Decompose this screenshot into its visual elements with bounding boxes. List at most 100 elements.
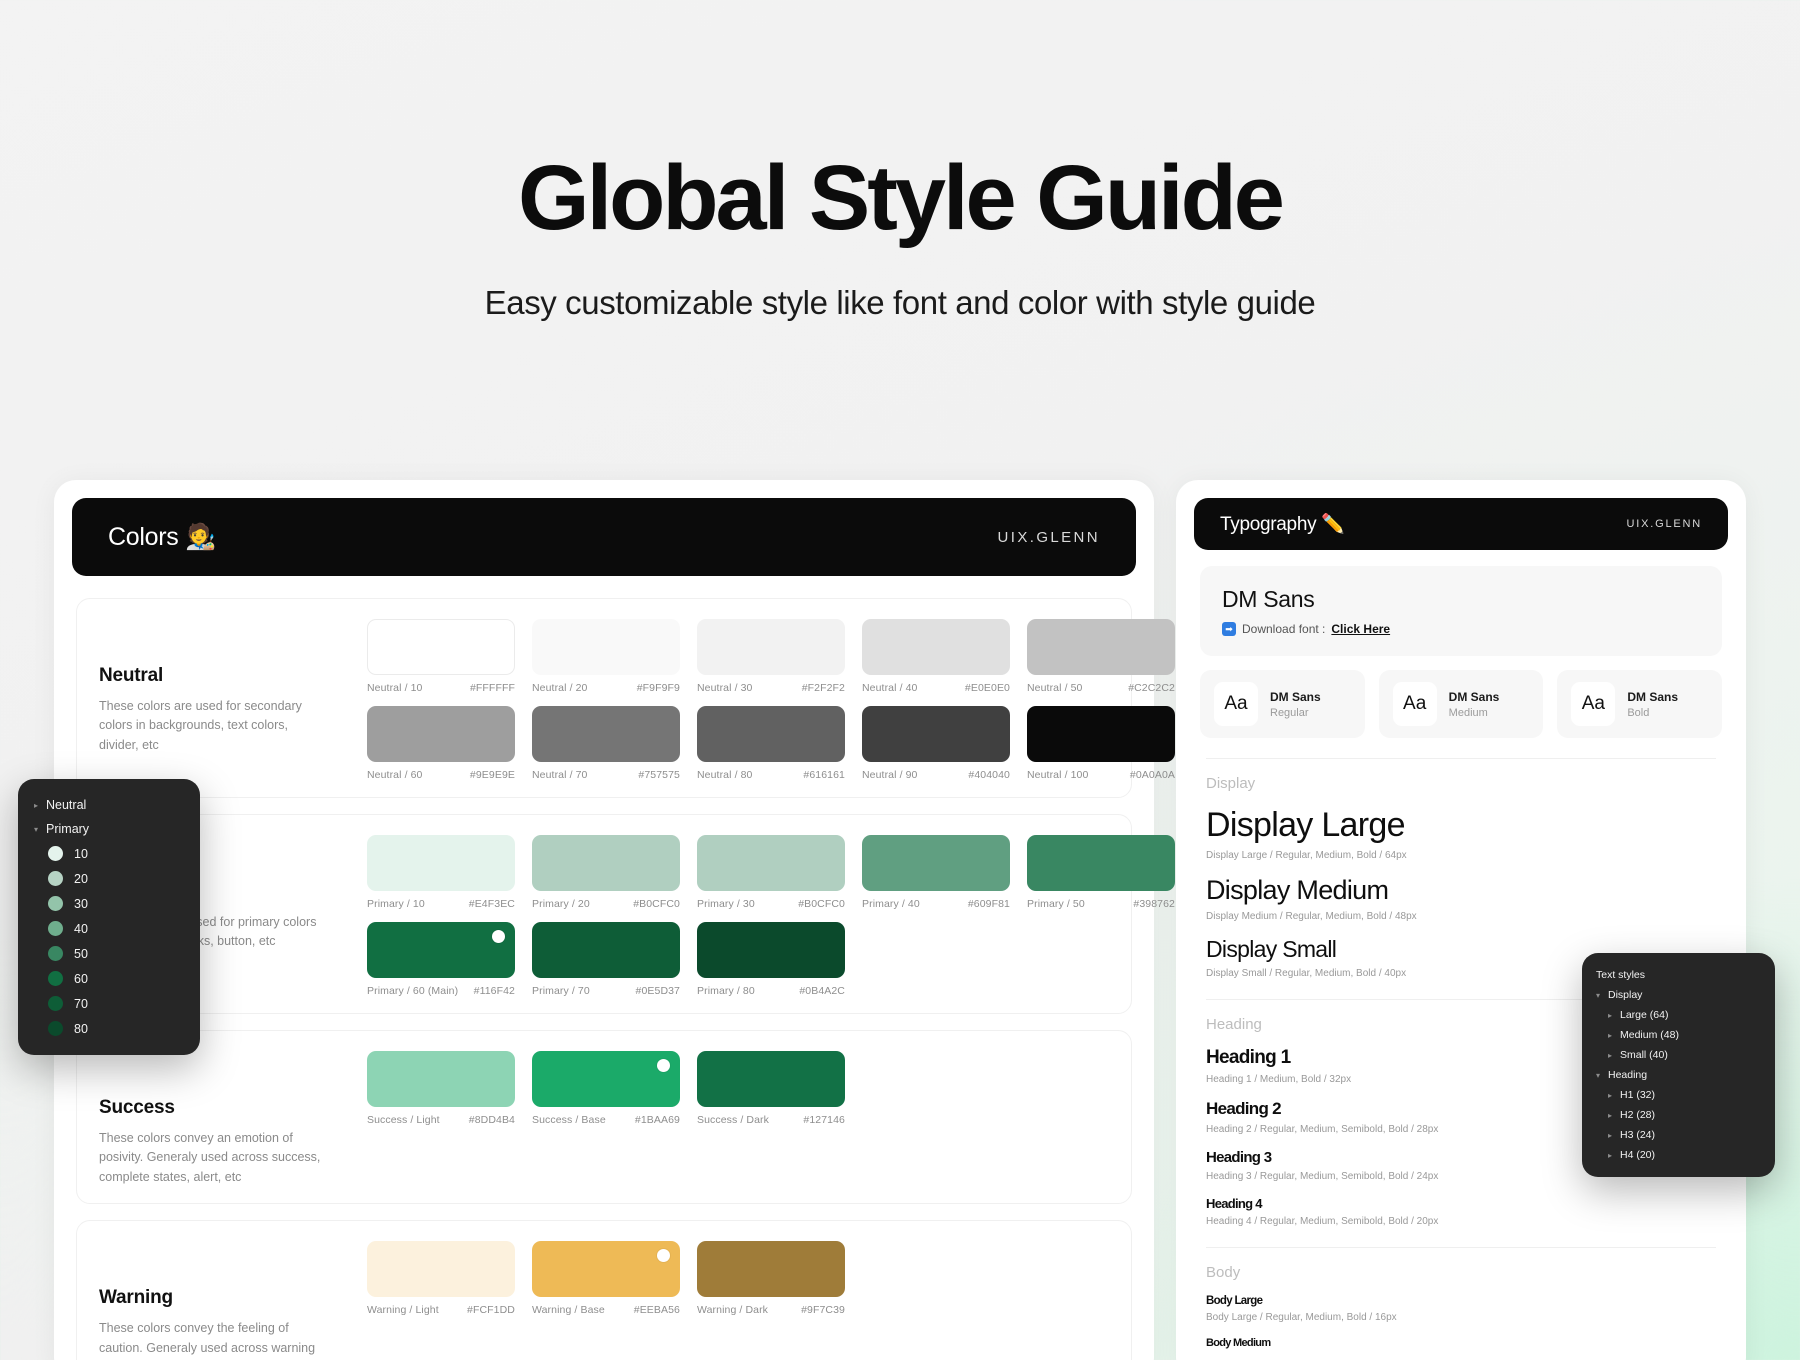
color-swatch-chip[interactable]: [367, 706, 515, 762]
color-swatch-chip[interactable]: [862, 706, 1010, 762]
layer-color-item[interactable]: 50: [18, 941, 200, 966]
layer-group-item[interactable]: ▸ Neutral: [18, 793, 200, 817]
chevron-icon[interactable]: ▸: [1608, 1091, 1620, 1100]
text-style-item[interactable]: ▸ Small (40): [1582, 1045, 1775, 1065]
chevron-icon[interactable]: ▸: [1608, 1111, 1620, 1120]
color-swatch[interactable]: Primary / 70 #0E5D37: [532, 922, 680, 997]
text-style-item[interactable]: ▾ Heading: [1582, 1065, 1775, 1085]
color-swatch[interactable]: Success / Dark #127146: [697, 1051, 845, 1126]
color-swatch-chip[interactable]: [367, 1241, 515, 1298]
color-swatch[interactable]: Primary / 20 #B0CFC0: [532, 835, 680, 910]
color-swatch-chip[interactable]: [532, 619, 680, 675]
color-swatch-chip[interactable]: [862, 835, 1010, 891]
layer-color-item[interactable]: 70: [18, 991, 200, 1016]
colors-layer-panel[interactable]: ▸ Neutral ▾ Primary 10 20 30 40 50 60 70 80: [18, 779, 200, 1055]
font-weight-card[interactable]: Aa DM Sans Medium: [1378, 670, 1544, 738]
color-swatch-hex: #404040: [968, 769, 1010, 781]
text-style-item[interactable]: ▸ Medium (48): [1582, 1025, 1775, 1045]
color-swatch[interactable]: Neutral / 30 #F2F2F2: [697, 619, 845, 694]
chevron-icon[interactable]: ▸: [1608, 1151, 1620, 1160]
color-swatch[interactable]: Neutral / 20 #F9F9F9: [532, 619, 680, 694]
text-style-item[interactable]: ▸ H3 (24): [1582, 1125, 1775, 1145]
text-style-item[interactable]: ▾ Display: [1582, 985, 1775, 1005]
layer-color-item[interactable]: 20: [18, 866, 200, 891]
color-swatch-chip[interactable]: [532, 1051, 680, 1107]
color-swatch[interactable]: Warning / Light #FCF1DD: [367, 1241, 515, 1316]
color-swatch-chip[interactable]: [697, 619, 845, 675]
color-swatch-label: Neutral / 20: [532, 682, 588, 694]
font-weight-card[interactable]: Aa DM Sans Regular: [1200, 670, 1365, 738]
font-weight-style: Regular: [1270, 706, 1309, 719]
swatch-selected-dot-icon: [492, 930, 505, 943]
font-weight-card[interactable]: Aa DM Sans Bold: [1557, 670, 1723, 738]
color-swatch-chip[interactable]: [697, 706, 845, 762]
color-swatch-chip[interactable]: [532, 1241, 680, 1298]
color-swatch[interactable]: Primary / 10 #E4F3EC: [367, 835, 515, 910]
color-swatch-meta: Neutral / 70 #757575: [532, 769, 680, 781]
color-swatch-label: Success / Dark: [697, 1114, 770, 1126]
color-swatch[interactable]: Primary / 30 #B0CFC0: [697, 835, 845, 910]
chevron-icon[interactable]: ▸: [1608, 1051, 1620, 1060]
color-swatch[interactable]: Warning / Base #EEBA56: [532, 1241, 680, 1316]
typography-frame-header: Typography ✏️ UIX.GLENN: [1194, 498, 1728, 550]
layer-color-item[interactable]: 80: [18, 1016, 200, 1041]
color-swatch-chip[interactable]: [1027, 835, 1175, 891]
color-swatch-chip[interactable]: [862, 619, 1010, 675]
color-swatch-chip[interactable]: [367, 835, 515, 891]
color-swatch[interactable]: Warning / Dark #9F7C39: [697, 1241, 845, 1316]
chevron-icon[interactable]: ▾: [1596, 1071, 1608, 1080]
color-swatch[interactable]: Primary / 80 #0B4A2C: [697, 922, 845, 997]
color-dot-icon: [48, 1021, 63, 1036]
color-swatch-hex: #B0CFC0: [798, 898, 845, 910]
chevron-icon[interactable]: ▾: [34, 825, 46, 834]
color-swatch-chip[interactable]: [532, 922, 680, 978]
text-style-item[interactable]: ▸ H4 (20): [1582, 1145, 1775, 1165]
download-link[interactable]: Click Here: [1331, 622, 1390, 636]
color-swatch[interactable]: Neutral / 70 #757575: [532, 706, 680, 781]
layer-color-item[interactable]: 10: [18, 841, 200, 866]
color-swatch-chip[interactable]: [367, 922, 515, 978]
color-swatch[interactable]: Primary / 50 #398762: [1027, 835, 1175, 910]
color-swatch[interactable]: Success / Base #1BAA69: [532, 1051, 680, 1126]
typography-section-label: Display: [1206, 775, 1256, 792]
color-swatch[interactable]: Neutral / 80 #616161: [697, 706, 845, 781]
chevron-icon[interactable]: ▸: [1608, 1131, 1620, 1140]
type-style-item: Display Medium Display Medium / Regular, …: [1206, 875, 1716, 922]
color-swatch-meta: Neutral / 80 #616161: [697, 769, 845, 781]
color-swatch[interactable]: Neutral / 60 #9E9E9E: [367, 706, 515, 781]
color-swatch[interactable]: Primary / 60 (Main) #116F42: [367, 922, 515, 997]
color-swatch-chip[interactable]: [1027, 619, 1175, 675]
color-swatch[interactable]: Neutral / 50 #C2C2C2: [1027, 619, 1175, 694]
color-swatch-chip[interactable]: [532, 835, 680, 891]
color-swatch-chip[interactable]: [697, 1241, 845, 1298]
color-swatch[interactable]: Neutral / 100 #0A0A0A: [1027, 706, 1175, 781]
layer-color-item[interactable]: 60: [18, 966, 200, 991]
color-swatch-chip[interactable]: [697, 1051, 845, 1107]
text-style-item[interactable]: ▸ Large (64): [1582, 1005, 1775, 1025]
color-swatch[interactable]: Primary / 40 #609F81: [862, 835, 1010, 910]
color-swatch-hex: #8DD4B4: [468, 1114, 515, 1126]
color-swatch-chip[interactable]: [697, 835, 845, 891]
text-style-item[interactable]: ▸ H2 (28): [1582, 1105, 1775, 1125]
color-swatch[interactable]: Neutral / 10 #FFFFFF: [367, 619, 515, 694]
color-swatch[interactable]: Neutral / 90 #404040: [862, 706, 1010, 781]
color-swatch-chip[interactable]: [532, 706, 680, 762]
chevron-icon[interactable]: ▸: [1608, 1011, 1620, 1020]
color-swatch[interactable]: Success / Light #8DD4B4: [367, 1051, 515, 1126]
chevron-icon[interactable]: ▸: [1608, 1031, 1620, 1040]
color-swatch-meta: Neutral / 30 #F2F2F2: [697, 682, 845, 694]
color-swatch-chip[interactable]: [367, 1051, 515, 1107]
chevron-icon[interactable]: ▸: [34, 801, 46, 810]
chevron-icon[interactable]: ▾: [1596, 991, 1608, 1000]
color-swatch-chip[interactable]: [367, 619, 515, 675]
text-style-item[interactable]: ▸ H1 (32): [1582, 1085, 1775, 1105]
layer-group-item[interactable]: ▾ Primary: [18, 817, 200, 841]
color-swatch-chip[interactable]: [697, 922, 845, 978]
layer-color-item[interactable]: 30: [18, 891, 200, 916]
layer-color-item[interactable]: 40: [18, 916, 200, 941]
color-swatch[interactable]: Neutral / 40 #E0E0E0: [862, 619, 1010, 694]
text-styles-panel[interactable]: Text styles ▾ Display ▸ Large (64) ▸ Medium (4…: [1582, 953, 1775, 1177]
swatch-selected-dot-icon: [657, 1059, 670, 1072]
color-swatch-chip[interactable]: [1027, 706, 1175, 762]
color-swatch-label: Primary / 70: [532, 985, 590, 997]
